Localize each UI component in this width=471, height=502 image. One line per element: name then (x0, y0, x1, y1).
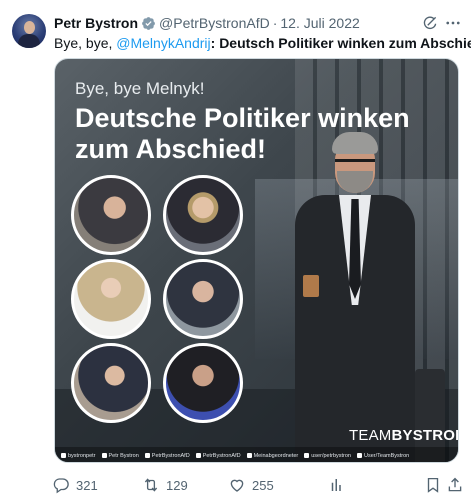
retweet-count: 129 (166, 477, 188, 493)
tweet-header: Petr Bystron @PetrBystronAfD · 12. Juli … (54, 14, 360, 32)
author-name[interactable]: Petr Bystron (54, 15, 138, 31)
avatar-body (18, 34, 40, 48)
tweet-text-separator: : (210, 35, 220, 51)
social-handle: Petr Bystron (101, 453, 139, 459)
mention-link[interactable]: @MelnykAndrij (116, 35, 210, 51)
portrait-circle (163, 343, 243, 423)
tweet-text-bold: Deutsch Politiker winken zum Abschied (219, 35, 471, 51)
retweet-button[interactable]: 129 (142, 475, 188, 495)
social-handle: User/TeamBystron (357, 453, 409, 459)
bookmark-button[interactable] (424, 475, 448, 495)
like-button[interactable]: 255 (228, 475, 274, 495)
man-hair (332, 132, 378, 154)
tweet[interactable]: Petr Bystron @PetrBystronAfD · 12. Juli … (0, 0, 471, 502)
image-subtitle: Bye, bye Melnyk! (75, 79, 205, 98)
verified-badge-icon[interactable] (141, 16, 156, 31)
heart-icon (230, 479, 244, 492)
more-icon[interactable] (444, 14, 462, 32)
brand-bold: BYSTRON (391, 427, 459, 444)
portrait-circle (163, 175, 243, 255)
social-handles-bar: bystronpetr Petr Bystron PetrBystronAfD … (55, 447, 458, 462)
reply-count: 321 (76, 477, 98, 493)
like-count: 255 (252, 477, 274, 493)
tweet-text-start: Bye, bye, (54, 35, 117, 51)
avatar-head (24, 21, 35, 34)
tweet-actions-bar: 321 129 255 (50, 475, 462, 495)
portrait-circle (71, 343, 151, 423)
avatar[interactable] (12, 14, 46, 48)
tweet-text: Bye, bye, @MelnykAndrij: Deutsch Politik… (54, 34, 471, 52)
social-handle: PetrBystronAfD (195, 453, 241, 459)
portrait-circle (71, 175, 151, 255)
header-separator: · (272, 15, 278, 31)
walking-man-figure (275, 129, 445, 462)
tweet-date[interactable]: 12. Juli 2022 (280, 15, 359, 31)
grok-icon[interactable] (421, 14, 439, 32)
coffee-cup (303, 275, 319, 297)
author-handle[interactable]: @PetrBystronAfD (159, 15, 270, 31)
social-handle: Meinabgeordneter (246, 453, 298, 459)
share-icon (448, 477, 462, 492)
tweet-media-image[interactable]: Bye, bye Melnyk! Deutsche Politiker wink… (54, 58, 459, 463)
social-handle: PetrBystronAfD (144, 453, 190, 459)
retweet-icon (144, 478, 158, 492)
portrait-circle (71, 259, 151, 339)
man-beard (337, 171, 373, 193)
man-glasses (335, 159, 375, 167)
brand-thin: TEAM (349, 427, 392, 444)
social-handle: user/petrbystron (304, 453, 351, 459)
views-icon (331, 479, 341, 491)
reply-icon (53, 478, 69, 494)
bookmark-icon (427, 477, 439, 493)
portrait-circle (163, 259, 243, 339)
brand-logo-text: TEAMBYSTRON (349, 427, 459, 444)
share-button[interactable] (446, 475, 470, 495)
reply-button[interactable]: 321 (52, 475, 98, 495)
social-handle: bystronpetr (61, 453, 96, 459)
views-button[interactable] (328, 475, 352, 495)
